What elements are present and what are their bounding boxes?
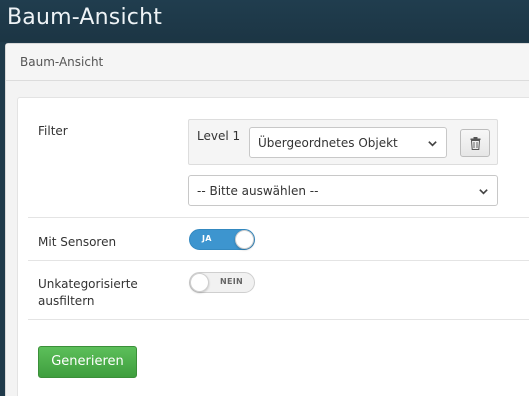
level-2-select[interactable]: -- Bitte auswählen -- bbox=[188, 175, 498, 206]
panel-title: Baum-Ansicht bbox=[20, 55, 104, 69]
delete-level-button[interactable] bbox=[460, 129, 490, 157]
chevron-down-icon bbox=[479, 189, 488, 195]
toggle-knob bbox=[190, 273, 209, 292]
page-title: Baum-Ansicht bbox=[7, 5, 163, 30]
divider bbox=[28, 260, 529, 261]
generate-button[interactable]: Generieren bbox=[38, 346, 137, 378]
toggle-knob bbox=[235, 230, 254, 249]
chevron-down-icon bbox=[428, 141, 437, 147]
sensors-toggle-text: JA bbox=[202, 234, 212, 243]
level-2-select-value: -- Bitte auswählen -- bbox=[197, 184, 319, 198]
tree-view-panel: Baum-Ansicht Filter Level 1 Übergeordnet… bbox=[5, 43, 529, 396]
panel-body: Filter Level 1 Übergeordnetes Objekt -- … bbox=[17, 97, 529, 396]
level-1-label: Level 1 bbox=[197, 129, 241, 143]
uncategorized-toggle-text: NEIN bbox=[219, 277, 243, 286]
filter-label: Filter bbox=[38, 124, 68, 138]
level-1-select[interactable]: Übergeordnetes Objekt bbox=[249, 127, 447, 158]
level-1-group: Level 1 Übergeordnetes Objekt bbox=[188, 119, 498, 165]
divider bbox=[28, 319, 529, 320]
app-header: Baum-Ansicht bbox=[0, 0, 529, 42]
uncategorized-toggle[interactable]: NEIN bbox=[189, 272, 255, 293]
uncategorized-label-line1: Unkategorisierte bbox=[38, 277, 138, 291]
sensors-label: Mit Sensoren bbox=[38, 235, 117, 249]
divider bbox=[28, 217, 529, 218]
uncategorized-label: Unkategorisierte ausfiltern bbox=[38, 276, 138, 310]
uncategorized-label-line2: ausfiltern bbox=[38, 294, 95, 308]
panel-heading: Baum-Ansicht bbox=[6, 44, 529, 81]
trash-icon bbox=[470, 137, 481, 150]
level-1-select-value: Übergeordnetes Objekt bbox=[258, 136, 398, 150]
sensors-toggle[interactable]: JA bbox=[189, 229, 255, 250]
